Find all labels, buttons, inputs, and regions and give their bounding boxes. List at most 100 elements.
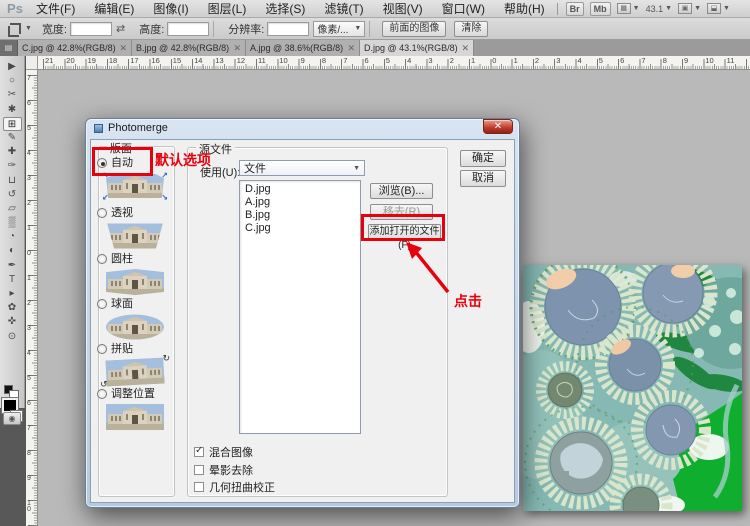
layout-option-perspective[interactable]: 透视 bbox=[97, 204, 165, 250]
radio-icon[interactable] bbox=[97, 208, 107, 218]
file-list-item[interactable]: C.jpg bbox=[245, 222, 355, 235]
clear-button[interactable]: 清除 bbox=[454, 21, 488, 37]
shape-tool[interactable]: ✿ bbox=[3, 301, 22, 315]
radio-icon[interactable] bbox=[97, 344, 107, 354]
photoshop-window: Ps 文件(F) 编辑(E) 图像(I) 图层(L) 选择(S) 滤镜(T) 视… bbox=[0, 0, 750, 526]
move-tool[interactable]: ▶ bbox=[3, 60, 22, 74]
default-colors-icon[interactable] bbox=[4, 385, 13, 394]
screen-mode-button[interactable]: ⬓▼ bbox=[707, 3, 730, 14]
blend-images-checkbox-row[interactable]: 混合图像 bbox=[194, 444, 253, 460]
layout-thumb-perspective bbox=[106, 223, 164, 250]
close-icon[interactable]: ✕ bbox=[461, 43, 469, 54]
blue-arrow-icon: ↘ bbox=[161, 193, 168, 202]
menu-view[interactable]: 视图(V) bbox=[381, 0, 425, 17]
tab-label: C.jpg @ 42.8%(RGB/8) bbox=[22, 43, 116, 53]
resolution-unit-select[interactable]: 像素/...▼ bbox=[313, 21, 365, 37]
menu-image[interactable]: 图像(I) bbox=[151, 0, 190, 17]
layout-option-collage[interactable]: 拼贴 ↻ ↺ bbox=[97, 340, 165, 386]
tool-preset-chevron-icon[interactable]: ▼ bbox=[25, 25, 32, 32]
history-brush-tool[interactable]: ↺ bbox=[3, 188, 22, 202]
ok-button[interactable]: 确定 bbox=[460, 150, 506, 167]
width-input[interactable] bbox=[70, 22, 112, 36]
menu-window[interactable]: 窗口(W) bbox=[440, 0, 487, 17]
menu-edit[interactable]: 编辑(E) bbox=[92, 0, 136, 17]
option-label: 圆柱 bbox=[111, 253, 133, 265]
view-extras-icon: ▦ bbox=[617, 3, 631, 14]
geometric-distortion-checkbox-row[interactable]: 几何扭曲校正 bbox=[194, 479, 275, 495]
healing-brush-tool[interactable]: ✚ bbox=[3, 145, 22, 159]
tab-a-jpg[interactable]: A.jpg @ 38.6%(RGB/8)✕ bbox=[246, 40, 360, 56]
brush-tool[interactable]: ✑ bbox=[3, 159, 22, 173]
cancel-button[interactable]: 取消 bbox=[460, 170, 506, 187]
app-bar: Br Mb ▦▼ 43.1▼ ▣▼ ⬓▼ bbox=[555, 2, 730, 16]
edit-mode-icon[interactable]: ◉ bbox=[3, 412, 21, 425]
source-file-list[interactable]: D.jpg A.jpg B.jpg C.jpg bbox=[239, 180, 361, 434]
red-arrow-icon bbox=[398, 238, 458, 298]
tab-b-jpg[interactable]: B.jpg @ 42.8%(RGB/8)✕ bbox=[132, 40, 246, 56]
menu-filter[interactable]: 滤镜(T) bbox=[322, 0, 365, 17]
bridge-button[interactable]: Br bbox=[566, 2, 584, 16]
marquee-tool[interactable]: ○ bbox=[3, 74, 22, 88]
close-icon[interactable]: ✕ bbox=[119, 43, 127, 54]
type-tool[interactable]: T bbox=[3, 273, 22, 287]
document-image-sunflowers[interactable] bbox=[523, 265, 742, 511]
menu-help[interactable]: 帮助(H) bbox=[502, 0, 547, 17]
ruler-corner bbox=[26, 56, 38, 70]
radio-icon[interactable] bbox=[97, 299, 107, 309]
close-icon[interactable]: ✕ bbox=[347, 43, 355, 54]
document-tab-bar: ▤ C.jpg @ 42.8%(RGB/8)✕ B.jpg @ 42.8%(RG… bbox=[0, 40, 750, 56]
menu-file[interactable]: 文件(F) bbox=[34, 0, 77, 17]
use-select[interactable]: 文件 ▼ bbox=[239, 160, 365, 176]
path-select-tool[interactable]: ▸ bbox=[3, 287, 22, 301]
dialog-title-bar[interactable]: Photomerge bbox=[94, 122, 168, 134]
resolution-label: 分辨率: bbox=[228, 21, 264, 37]
menu-select[interactable]: 选择(S) bbox=[263, 0, 307, 17]
layout-option-spherical[interactable]: 球面 bbox=[97, 295, 165, 341]
layout-option-cylindrical[interactable]: 圆柱 bbox=[97, 250, 165, 296]
screen-mode-icon: ⬓ bbox=[707, 3, 721, 14]
pen-tool[interactable]: ✒ bbox=[3, 259, 22, 273]
tab-c-jpg[interactable]: C.jpg @ 42.8%(RGB/8)✕ bbox=[18, 40, 132, 56]
blur-tool[interactable]: ◔ bbox=[3, 230, 22, 244]
checkbox-label: 混合图像 bbox=[209, 444, 253, 460]
checkbox-icon[interactable] bbox=[194, 465, 204, 475]
crop-tool[interactable]: ⊞ bbox=[3, 117, 22, 131]
dodge-tool[interactable]: ◐ bbox=[3, 244, 22, 258]
quick-selection-tool[interactable]: ✱ bbox=[3, 103, 22, 117]
panel-toggle-button[interactable]: ▤ bbox=[0, 40, 18, 56]
menu-layer[interactable]: 图层(L) bbox=[206, 0, 249, 17]
front-image-button[interactable]: 前面的图像 bbox=[382, 21, 446, 37]
tab-d-jpg[interactable]: D.jpg @ 43.1%(RGB/8)✕ bbox=[360, 40, 474, 56]
checkbox-icon[interactable] bbox=[194, 482, 204, 492]
horizontal-ruler: 2120191817161514131211109876543210123456… bbox=[38, 56, 750, 70]
file-list-item[interactable]: A.jpg bbox=[245, 196, 355, 209]
layout-option-reposition[interactable]: 调整位置 bbox=[97, 385, 165, 431]
clone-stamp-tool[interactable]: ⊔ bbox=[3, 174, 22, 188]
dialog-icon bbox=[94, 124, 103, 133]
view-extras-button[interactable]: ▦▼ bbox=[617, 3, 640, 14]
height-input[interactable] bbox=[167, 22, 209, 36]
close-icon[interactable]: ✕ bbox=[233, 43, 241, 54]
zoom-tool[interactable]: ⊙ bbox=[3, 330, 22, 344]
hand-tool[interactable]: ✜ bbox=[3, 315, 22, 329]
zoom-level-control[interactable]: 43.1▼ bbox=[646, 4, 672, 14]
gradient-tool[interactable]: ▒ bbox=[3, 216, 22, 230]
close-button[interactable]: ✕ bbox=[483, 119, 513, 134]
mini-bridge-button[interactable]: Mb bbox=[590, 2, 611, 16]
checkbox-icon[interactable] bbox=[194, 447, 204, 457]
radio-icon[interactable] bbox=[97, 389, 107, 399]
radio-icon[interactable] bbox=[97, 254, 107, 264]
resolution-input[interactable] bbox=[267, 22, 309, 36]
browse-button[interactable]: 浏览(B)... bbox=[370, 183, 433, 199]
arrange-documents-button[interactable]: ▣▼ bbox=[678, 3, 701, 14]
file-list-item[interactable]: D.jpg bbox=[245, 183, 355, 196]
eyedropper-tool[interactable]: ✎ bbox=[3, 131, 22, 145]
file-list-item[interactable]: B.jpg bbox=[245, 209, 355, 222]
lasso-tool[interactable]: ✂ bbox=[3, 88, 22, 102]
vignette-removal-checkbox-row[interactable]: 晕影去除 bbox=[194, 462, 253, 478]
ps-logo: Ps bbox=[0, 1, 30, 16]
eraser-tool[interactable]: ▱ bbox=[3, 202, 22, 216]
swap-dimensions-icon[interactable]: ⇄ bbox=[116, 22, 125, 35]
crop-tool-icon[interactable] bbox=[8, 23, 22, 35]
option-label: 拼贴 bbox=[111, 343, 133, 355]
